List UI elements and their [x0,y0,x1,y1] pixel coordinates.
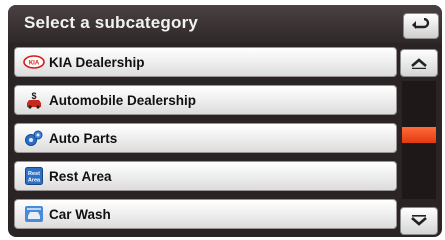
svg-text:Rest: Rest [28,171,40,177]
list-item-kia-dealership[interactable]: KIA KIA Dealership [14,47,397,77]
list-item-auto-parts[interactable]: Auto Parts [14,123,397,153]
back-button[interactable] [403,13,439,39]
page-title: Select a subcategory [24,13,199,32]
list-item-automobile-dealership[interactable]: $ Automobile Dealership [14,85,397,115]
header-bar: Select a subcategory [8,5,442,43]
svg-text:$: $ [31,91,36,101]
scroll-controls [400,47,438,237]
item-label: Car Wash [49,206,111,222]
back-arrow-icon [412,18,430,29]
scrollbar-track[interactable] [402,81,436,199]
svg-text:Area: Area [28,178,41,184]
car-wash-icon [23,205,45,223]
item-label: Automobile Dealership [49,92,197,108]
chevron-down-icon [411,215,427,226]
subcategory-list: KIA KIA Dealership $ Automobile Dealersh… [14,47,397,237]
svg-text:KIA: KIA [29,61,40,67]
list-item-rest-area[interactable]: Rest Area Rest Area [14,161,397,191]
car-dealer-icon: $ [23,91,45,109]
scroll-up-button[interactable] [400,49,438,77]
rest-area-icon: Rest Area [23,167,45,185]
gears-icon [23,129,45,147]
item-label: Rest Area [49,168,112,184]
scrollbar-thumb[interactable] [402,127,436,143]
screen: Select a subcategory KIA KIA Dealership … [8,5,442,237]
scroll-down-button[interactable] [400,207,438,235]
item-label: KIA Dealership [49,54,145,70]
kia-logo-icon: KIA [23,53,45,71]
item-label: Auto Parts [49,130,118,146]
list-item-car-wash[interactable]: Car Wash [14,199,397,229]
chevron-up-icon [411,58,427,69]
